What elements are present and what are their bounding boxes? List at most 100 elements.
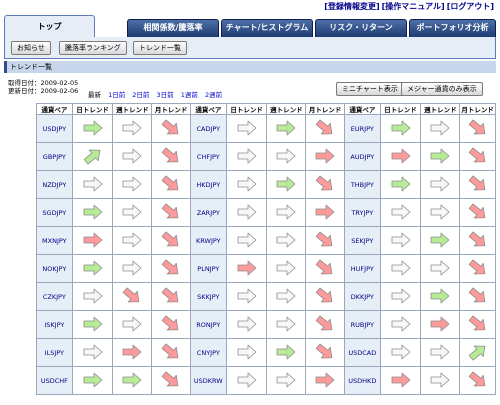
major-currency-button[interactable]: メジャー通貨のみ表示 <box>401 82 483 96</box>
currency-pair-cell: USDCAD <box>343 338 381 367</box>
currency-pair-link[interactable]: AUDJPY <box>350 153 374 161</box>
period-selector: 最新 1日前 2日前 3日前 1週前 2週前 <box>88 89 227 99</box>
trend-cell <box>420 310 461 339</box>
trend-cell <box>420 338 461 367</box>
trend-cell <box>379 142 422 171</box>
tab-portfolio[interactable]: ポートフォリオ分析 <box>409 19 496 37</box>
currency-pair-link[interactable]: CHFJPY <box>197 153 220 161</box>
mini-chart-button[interactable]: ミニチャート表示 <box>336 82 404 96</box>
currency-pair-link[interactable]: ILSJPY <box>45 349 64 357</box>
tab-top[interactable]: トップ <box>4 15 95 37</box>
tab-chart-histogram[interactable]: チャート/ヒストグラム <box>221 19 313 37</box>
trend-cell <box>305 142 345 171</box>
tab-correlation[interactable]: 相関係数/騰落率 <box>127 19 219 37</box>
tab-risk-return[interactable]: リスク・リターン <box>315 19 407 37</box>
currency-pair-link[interactable]: EURJPY <box>351 125 374 133</box>
currency-pair-cell: ISKJPY <box>36 310 73 339</box>
trend-cell <box>459 114 496 143</box>
currency-pair-link[interactable]: GBPJPY <box>43 153 66 161</box>
down-arrow-red-icon <box>467 259 489 277</box>
currency-pair-link[interactable]: SGDJPY <box>42 209 66 217</box>
manual-link[interactable]: [操作マニュアル] <box>382 2 445 11</box>
currency-pair-link[interactable]: KRWJPY <box>196 237 221 245</box>
currency-pair-cell: DKKJPY <box>343 282 381 311</box>
currency-pair-link[interactable]: USDCHF <box>41 377 68 385</box>
period-2day[interactable]: 2日前 <box>132 91 149 99</box>
up-arrow-green-icon <box>82 147 104 165</box>
trend-cell <box>71 198 114 227</box>
currency-pair-link[interactable]: CZKJPY <box>43 293 66 301</box>
currency-pair-link[interactable]: SEKJPY <box>351 237 373 245</box>
currency-pair-cell: RONJPY <box>189 310 227 339</box>
currency-pair-link[interactable]: RONJPY <box>196 321 220 329</box>
table-row: NZDJPY HKDJPY THBJPY <box>36 170 496 199</box>
right-arrow-white-icon <box>236 343 258 361</box>
column-header: 月トレンド <box>151 103 191 115</box>
down-arrow-red-icon <box>467 231 489 249</box>
period-3day[interactable]: 3日前 <box>157 91 174 99</box>
currency-pair-link[interactable]: ISKJPY <box>44 321 64 329</box>
currency-pair-link[interactable]: RUBJPY <box>351 321 374 329</box>
right-arrow-red-icon <box>429 315 451 333</box>
trend-cell <box>305 366 345 395</box>
right-arrow-white-icon <box>121 119 143 137</box>
trend-cell <box>305 254 345 283</box>
right-arrow-white-icon <box>121 315 143 333</box>
right-arrow-green-icon <box>82 119 104 137</box>
ranking-button[interactable]: 騰落率ランキング <box>59 41 127 55</box>
currency-pair-link[interactable]: SKKJPY <box>197 293 219 301</box>
currency-pair-cell: AUDJPY <box>343 142 381 171</box>
currency-pair-link[interactable]: PLNJPY <box>197 265 219 273</box>
currency-pair-link[interactable]: USDKRW <box>194 377 223 385</box>
edit-registration-link[interactable]: [登録情報変更] <box>324 2 379 11</box>
down-arrow-red-icon <box>467 203 489 221</box>
currency-pair-link[interactable]: CADJPY <box>197 125 221 133</box>
currency-pair-link[interactable]: NOKJPY <box>42 265 66 273</box>
trend-cell <box>225 282 268 311</box>
currency-pair-link[interactable]: ZARJPY <box>197 209 220 217</box>
currency-pair-link[interactable]: MXNJPY <box>42 237 67 245</box>
trend-cell <box>71 114 114 143</box>
period-1week[interactable]: 1週前 <box>181 91 198 99</box>
currency-pair-link[interactable]: NZDJPY <box>42 181 66 189</box>
trend-list-button[interactable]: トレンド一覧 <box>133 41 187 55</box>
currency-pair-link[interactable]: USDCAD <box>348 349 376 357</box>
trend-cell <box>151 114 191 143</box>
trend-cell <box>420 226 461 255</box>
right-arrow-white-icon <box>82 343 104 361</box>
right-arrow-white-icon <box>390 259 412 277</box>
currency-pair-cell: KRWJPY <box>189 226 227 255</box>
currency-pair-cell: USDKRW <box>189 366 227 395</box>
down-arrow-red-icon <box>160 119 182 137</box>
period-1day[interactable]: 1日前 <box>108 91 125 99</box>
trend-cell <box>420 198 461 227</box>
trend-cell <box>459 198 496 227</box>
sub-navigation: お知らせ 騰落率ランキング トレンド一覧 <box>4 37 496 59</box>
trend-cell <box>225 254 268 283</box>
currency-pair-link[interactable]: TRYJPY <box>351 209 373 217</box>
trend-cell <box>379 310 422 339</box>
currency-pair-link[interactable]: HKDJPY <box>196 181 220 189</box>
trend-cell <box>266 310 307 339</box>
currency-pair-link[interactable]: CNYJPY <box>197 349 220 357</box>
down-arrow-red-icon <box>467 371 489 389</box>
trend-cell <box>112 142 153 171</box>
trend-cell <box>379 114 422 143</box>
right-arrow-white-icon <box>236 147 258 165</box>
logout-link[interactable]: [ログアウト] <box>447 2 494 11</box>
trend-cell <box>112 310 153 339</box>
news-button[interactable]: お知らせ <box>11 41 51 55</box>
down-arrow-red-icon <box>160 343 182 361</box>
currency-pair-link[interactable]: USDHKD <box>348 377 376 385</box>
right-arrow-green-icon <box>429 231 451 249</box>
period-2week[interactable]: 2週前 <box>205 91 222 99</box>
currency-pair-link[interactable]: DKKJPY <box>351 293 374 301</box>
down-arrow-red-icon <box>314 231 336 249</box>
period-latest: 最新 <box>88 91 101 99</box>
trend-cell <box>459 254 496 283</box>
trend-cell <box>420 366 461 395</box>
currency-pair-link[interactable]: HUFJPY <box>351 265 374 273</box>
right-arrow-white-icon <box>429 203 451 221</box>
currency-pair-link[interactable]: THBJPY <box>351 181 374 189</box>
currency-pair-link[interactable]: USDJPY <box>43 125 67 133</box>
